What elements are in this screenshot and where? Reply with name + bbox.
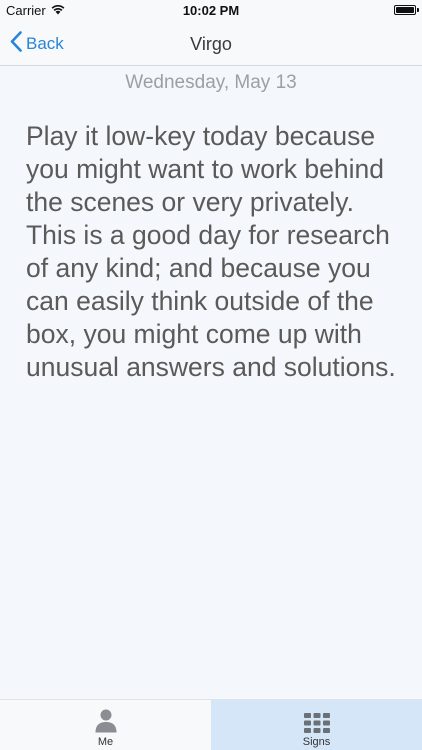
status-time: 10:02 PM [182,3,240,18]
battery-icon [394,5,419,15]
grid-icon [303,705,330,733]
horoscope-text: Play it low-key today because you might … [26,121,396,382]
tab-signs[interactable]: Signs [211,700,422,750]
tab-me[interactable]: Me [0,700,211,750]
status-bar: Carrier 10:02 PM [0,0,422,22]
tab-me-label: Me [97,736,114,748]
person-icon [95,705,117,733]
page-title: Virgo [190,34,232,54]
navigation-bar: Back Virgo [0,22,422,66]
tab-signs-label: Signs [302,736,331,748]
tab-bar: Me Signs [0,699,422,750]
date-label: Wednesday, May 13 [125,72,297,93]
